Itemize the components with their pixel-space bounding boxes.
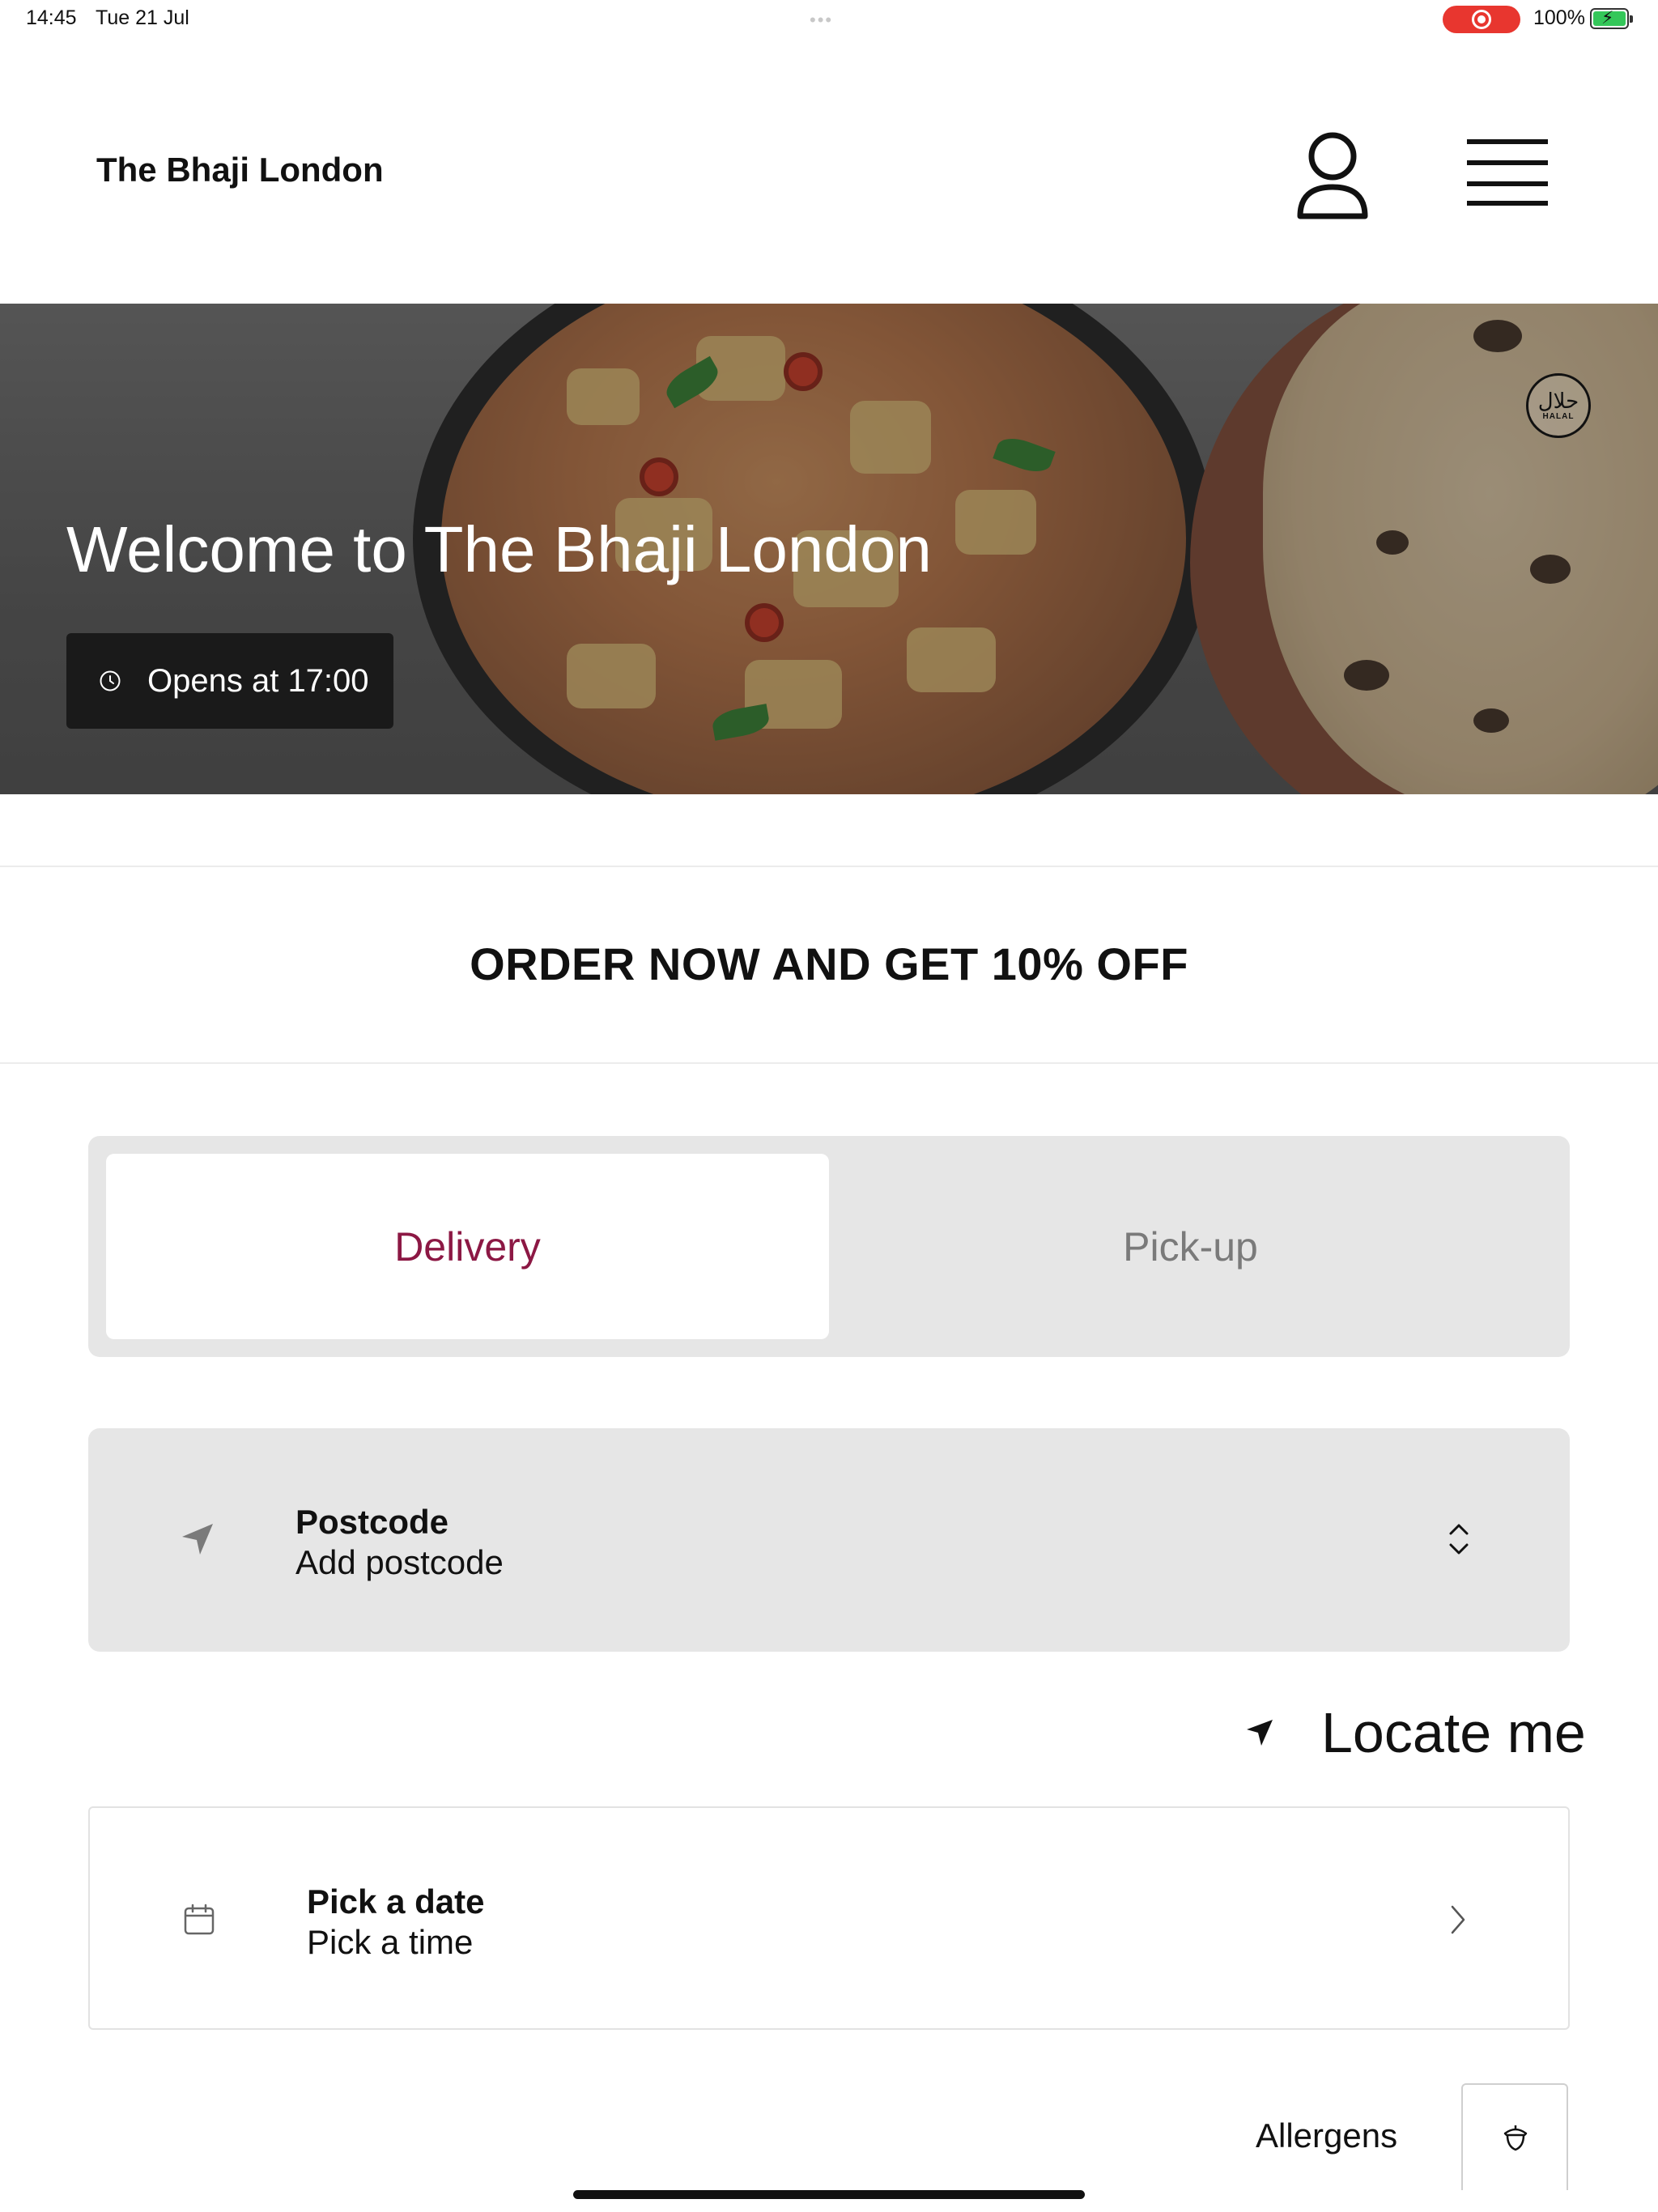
battery-percentage: 100% xyxy=(1533,6,1585,29)
divider xyxy=(0,866,1658,867)
divider xyxy=(0,1062,1658,1064)
pick-date-label: Pick a date xyxy=(307,1882,485,1921)
status-date: Tue 21 Jul xyxy=(96,6,189,29)
postcode-label: Postcode xyxy=(295,1503,449,1541)
opening-hours-chip: Opens at 17:00 xyxy=(66,633,393,729)
halal-badge-icon: حلال HALAL xyxy=(1526,373,1591,438)
date-time-picker[interactable]: Pick a date Pick a time xyxy=(88,1806,1570,2030)
locate-me-label: Locate me xyxy=(1321,1701,1586,1764)
chevron-right-icon xyxy=(1451,1905,1465,1934)
hero-title: Welcome to The Bhaji London xyxy=(66,513,932,585)
clock-icon xyxy=(100,670,121,691)
status-time: 14:45 xyxy=(26,6,77,29)
allergen-acorn-icon xyxy=(1503,2125,1528,2151)
allergens-label[interactable]: Allergens xyxy=(1256,2116,1397,2155)
status-bar: 14:45 Tue 21 Jul ••• 100% ⚡ xyxy=(0,0,1658,39)
menu-button[interactable] xyxy=(1465,136,1550,207)
multitasking-dots-icon[interactable]: ••• xyxy=(810,10,833,31)
postcode-selector[interactable]: Postcode Add postcode xyxy=(88,1428,1570,1652)
chevron-up-down-icon xyxy=(1449,1524,1469,1555)
locate-me-button[interactable]: Locate me xyxy=(1244,1700,1586,1765)
opening-hours-text: Opens at 17:00 xyxy=(147,662,369,699)
delivery-tab[interactable]: Delivery xyxy=(106,1154,829,1339)
hero-banner: حلال HALAL Welcome to The Bhaji London O… xyxy=(0,304,1658,794)
pick-time-label: Pick a time xyxy=(307,1923,474,1961)
navigation-arrow-icon xyxy=(182,1524,213,1555)
promo-banner: ORDER NOW AND GET 10% OFF xyxy=(470,938,1188,989)
home-indicator[interactable] xyxy=(573,2190,1085,2199)
screen-recording-icon[interactable] xyxy=(1443,6,1520,33)
postcode-value: Add postcode xyxy=(295,1543,504,1581)
pickup-tab[interactable]: Pick-up xyxy=(829,1154,1552,1339)
person-icon xyxy=(1297,132,1368,219)
account-button[interactable] xyxy=(1294,125,1371,223)
brand-name[interactable]: The Bhaji London xyxy=(96,151,384,189)
battery-charging-icon: ⚡ xyxy=(1590,7,1633,29)
hamburger-menu-icon xyxy=(1467,139,1548,206)
order-mode-toggle: Delivery Pick-up xyxy=(88,1136,1570,1357)
calendar-icon xyxy=(184,1904,215,1935)
allergens-button[interactable] xyxy=(1461,2083,1568,2190)
location-arrow-icon xyxy=(1247,1720,1273,1746)
